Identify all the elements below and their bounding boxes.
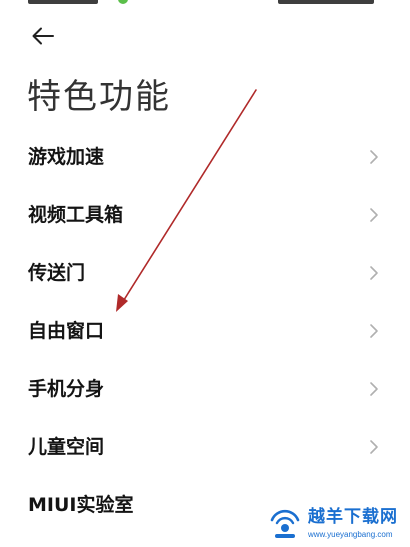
watermark-url: www.yueyangbang.com (308, 530, 393, 539)
chevron-right-icon (370, 382, 378, 396)
status-indicator-icon (118, 0, 128, 4)
page-title: 特色功能 (27, 77, 171, 117)
list-item-video-toolbox[interactable]: 视频工具箱 (0, 186, 410, 244)
status-bar-left (28, 0, 98, 4)
list-item-label: MIUI实验室 (28, 494, 134, 516)
list-item-kids-space[interactable]: 儿童空间 (0, 418, 410, 476)
list-item-label: 游戏加速 (28, 146, 105, 168)
list-item-floating-window[interactable]: 自由窗口 (0, 302, 410, 360)
chevron-right-icon (370, 440, 378, 454)
back-button[interactable] (26, 22, 60, 50)
list-item-label: 手机分身 (28, 378, 105, 400)
list-item-game-boost[interactable]: 游戏加速 (0, 128, 410, 186)
list-item-dual-apps[interactable]: 手机分身 (0, 360, 410, 418)
watermark: 越羊下载网 www.yueyangbang.com (262, 500, 410, 547)
list-item-label: 儿童空间 (28, 436, 105, 458)
list-item-label: 视频工具箱 (28, 204, 124, 226)
chevron-right-icon (370, 208, 378, 222)
chevron-right-icon (370, 324, 378, 338)
status-bar (0, 0, 410, 6)
watermark-name: 越羊下载网 (308, 507, 398, 527)
chevron-right-icon (370, 266, 378, 280)
watermark-logo-icon (270, 509, 300, 538)
arrow-left-icon (32, 27, 54, 45)
feature-list: 游戏加速 视频工具箱 传送门 自由窗口 手机分身 儿童空间 MIUI实验室 (0, 128, 410, 534)
list-item-label: 传送门 (28, 262, 86, 284)
list-item-portal[interactable]: 传送门 (0, 244, 410, 302)
list-item-label: 自由窗口 (28, 320, 105, 342)
status-bar-right (278, 0, 374, 4)
chevron-right-icon (370, 150, 378, 164)
